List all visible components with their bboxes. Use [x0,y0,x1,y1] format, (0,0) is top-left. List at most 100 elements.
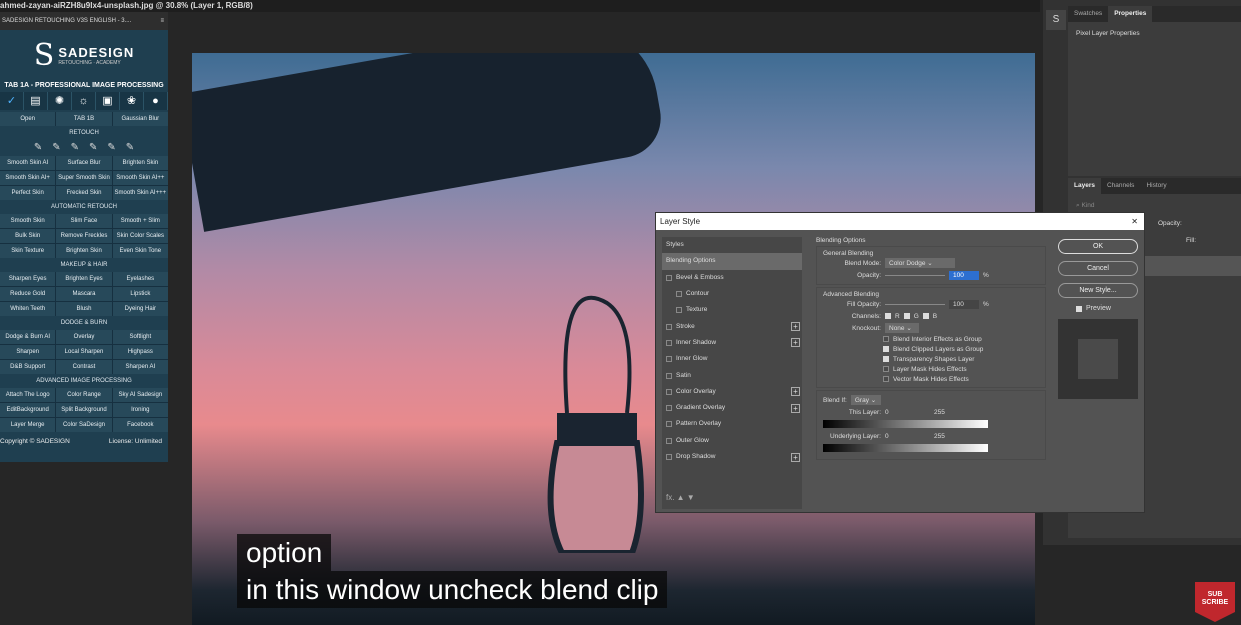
option-checkbox[interactable] [883,346,889,352]
tab-history[interactable]: History [1140,178,1172,194]
tab-properties[interactable]: Properties [1108,6,1153,22]
patch-icon[interactable]: ✎ [89,140,97,156]
checkbox[interactable] [666,356,672,363]
opacity-input[interactable]: 100 [949,270,979,280]
blend-if-select[interactable]: Gray ⌄ [850,395,881,405]
plugin-button[interactable]: Highpass [112,345,168,359]
preview-checkbox[interactable] [1076,305,1082,312]
checkbox[interactable] [666,405,672,412]
tab-layers[interactable]: Layers [1068,178,1101,194]
plugin-button[interactable]: Perfect Skin [0,186,56,200]
plugin-button[interactable]: Eyelashes [112,272,168,286]
plugin-button[interactable]: Brighten Eyes [56,272,112,286]
checkbox[interactable] [666,454,672,460]
style-item[interactable]: Satin [662,367,802,383]
plugin-button[interactable]: Open [0,112,56,126]
style-item[interactable]: Inner Shadow + [662,335,802,351]
blend-mode-select[interactable]: Color Dodge ⌄ [885,258,955,268]
fill-input[interactable]: 100 [949,299,979,309]
plugin-button[interactable]: Sharpen Eyes [0,272,56,286]
ok-button[interactable]: OK [1058,239,1138,254]
plugin-button[interactable]: Dodge & Burn AI [0,330,56,344]
plugin-button[interactable]: Skin Texture [0,244,56,258]
plugin-button[interactable]: Smooth Skin AI [0,156,56,170]
color-circles-icon[interactable]: ❀ [120,92,144,110]
tab-swatches[interactable]: Swatches [1068,6,1108,22]
plugin-button[interactable]: Color SaDesign [56,418,112,432]
plugin-button[interactable]: Remove Freckles [56,229,112,243]
plus-icon[interactable]: + [791,338,800,348]
document-icon[interactable]: ▤ [24,92,48,110]
plugin-button[interactable]: Whiten Teeth [0,302,56,316]
menu-icon[interactable]: ≡ [160,12,164,30]
style-item[interactable]: Color Overlay + [662,384,802,400]
option-checkbox[interactable] [883,376,889,382]
plugin-button[interactable]: Blush [56,302,112,316]
checkbox[interactable] [666,274,672,281]
plugin-button[interactable]: Smooth Skin [0,214,56,228]
plugin-button[interactable]: Slim Face [56,214,112,228]
stamp-icon[interactable]: ✎ [71,140,79,156]
document-tab[interactable]: ahmed-zayan-aiRZH8u9Ix4-unsplash.jpg @ 3… [0,0,1040,12]
chip-icon[interactable]: ✎ [126,140,134,156]
channel-g-checkbox[interactable] [903,313,910,319]
style-item[interactable]: Bevel & Emboss [662,270,802,286]
checkbox[interactable] [666,437,672,444]
checkbox[interactable] [666,388,672,395]
bandage-icon[interactable]: ✎ [107,140,115,156]
style-item[interactable]: Pattern Overlay [662,416,802,432]
cancel-button[interactable]: Cancel [1058,261,1138,276]
fx-icon[interactable]: fx. ▲ ▼ [666,493,695,502]
style-item[interactable]: Gradient Overlay + [662,400,802,416]
plugin-button[interactable]: Brighten Skin [56,244,112,258]
plugin-button[interactable]: Even Skin Tone [112,244,168,258]
plugin-button[interactable]: Frecked Skin [56,186,112,200]
option-checkbox[interactable] [883,336,889,342]
plugin-button[interactable]: Sky AI Sadesign [112,388,168,402]
brush-icon[interactable]: ✎ [34,140,42,156]
plugin-button[interactable]: Softlight [112,330,168,344]
plugin-button[interactable]: Mascara [56,287,112,301]
this-layer-slider[interactable] [823,420,988,428]
option-checkbox[interactable] [883,356,889,362]
option-checkbox[interactable] [883,366,889,372]
plugin-button[interactable]: Local Sharpen [56,345,112,359]
plugin-button[interactable]: TAB 1B [56,112,112,126]
plus-icon[interactable]: + [791,322,800,332]
checkbox[interactable] [676,307,682,314]
plugin-button[interactable]: Facebook [112,418,168,432]
file-icon[interactable]: ▣ [96,92,120,110]
plugin-button[interactable]: Dyeing Hair [112,302,168,316]
plugin-button[interactable]: Ironing [112,403,168,417]
plus-icon[interactable]: + [791,452,800,462]
plugin-button[interactable]: Brighten Skin [112,156,168,170]
close-icon[interactable]: ✕ [1131,213,1138,230]
checkbox[interactable] [676,291,682,298]
plus-icon[interactable]: + [791,387,800,397]
plugin-button[interactable]: EditBackground [0,403,56,417]
opacity-slider[interactable] [885,274,945,276]
plugin-button[interactable]: Sharpen [0,345,56,359]
plugin-button[interactable]: Surface Blur [56,156,112,170]
plugin-button[interactable]: Attach The Logo [0,388,56,402]
plugin-button[interactable]: Contrast [56,360,112,374]
style-item[interactable]: Blending Options [662,253,802,270]
user-icon[interactable]: ● [144,92,168,110]
brush-icon[interactable]: ✎ [52,140,60,156]
plugin-button[interactable]: Color Range [56,388,112,402]
checkbox[interactable] [666,421,672,428]
checkbox[interactable] [666,339,672,346]
plugin-button[interactable]: Bulk Skin [0,229,56,243]
plugin-button[interactable]: Smooth Skin AI++ [112,171,168,185]
style-item[interactable]: Texture [662,302,802,318]
channel-b-checkbox[interactable] [922,313,929,319]
plugin-button[interactable]: Gaussian Blur [112,112,168,126]
plugin-button[interactable]: D&B Support [0,360,56,374]
plugin-button[interactable]: Skin Color Scales [112,229,168,243]
style-item[interactable]: Outer Glow [662,433,802,449]
aperture-icon[interactable]: ✺ [48,92,72,110]
style-item[interactable]: Styles [662,237,802,253]
fill-slider[interactable] [885,303,945,305]
checkbox[interactable] [666,372,672,379]
plugin-button[interactable]: Layer Merge [0,418,56,432]
